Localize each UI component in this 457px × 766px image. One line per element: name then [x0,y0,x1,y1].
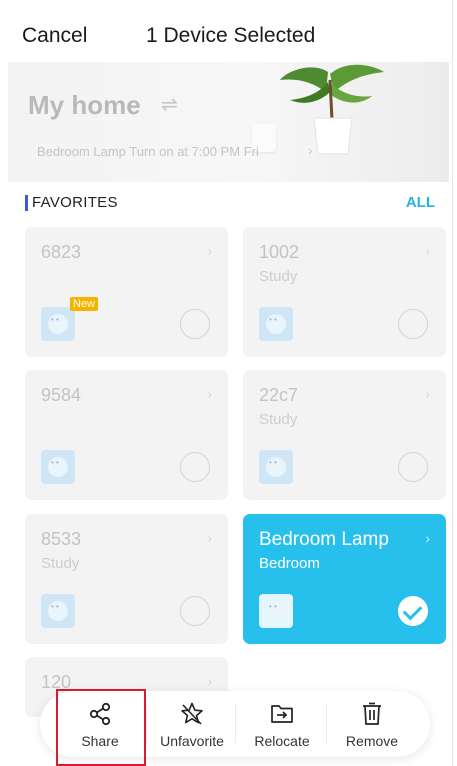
trash-icon [363,702,381,725]
chevron-right-icon: › [425,243,430,259]
select-circle[interactable] [398,309,428,339]
select-circle[interactable] [180,452,210,482]
select-circle[interactable] [180,596,210,626]
smart-plug-icon [259,450,293,484]
device-card[interactable]: 6823 › New [25,227,228,357]
device-name: 22c7 [259,385,299,405]
home-banner[interactable]: My home ⇌ Bedroom Lamp Turn on at 7:00 P… [8,62,449,182]
device-card[interactable]: 22c7 Study › [243,370,446,500]
chevron-right-icon: › [308,142,313,158]
device-name: 9584 [41,385,82,405]
device-name: 1002 [259,242,300,262]
star-slash-icon [181,702,203,725]
favorites-heading: FAVORITES [32,194,118,211]
screen-edge-divider [452,0,453,766]
chevron-right-icon: › [207,386,212,402]
swap-home-icon[interactable]: ⇌ [161,92,178,117]
schedule-text: Bedroom Lamp Turn on at 7:00 PM Fri [37,144,259,159]
cancel-button[interactable]: Cancel [22,24,87,48]
chevron-right-icon: › [207,243,212,259]
device-card[interactable]: 8533 Study › [25,514,228,644]
device-card[interactable]: 1002 Study › [243,227,446,357]
device-card[interactable]: 9584 › [25,370,228,500]
unfavorite-label: Unfavorite [160,733,224,749]
favorites-accent-bar [25,195,28,211]
select-circle[interactable] [180,309,210,339]
toolbar-divider [326,703,327,743]
relocate-label: Relocate [254,733,310,749]
share-label: Share [81,733,119,749]
selection-title: 1 Device Selected [146,24,316,47]
toolbar-divider [146,703,147,743]
share-icon [89,702,111,726]
device-room: Study [41,555,80,572]
device-room: Bedroom [259,555,320,572]
bulk-action-toolbar: Share Unfavorite Relocate Remove [40,691,430,757]
selected-check-icon[interactable] [398,596,428,626]
home-name: My home [28,90,141,120]
all-devices-link[interactable]: ALL [406,194,435,211]
smart-plug-icon [41,594,75,628]
top-bar: Cancel 1 Device Selected [0,0,457,62]
chevron-right-icon: › [425,530,430,546]
device-room: Study [259,411,298,428]
toolbar-divider [235,703,236,743]
device-name: 8533 [41,529,82,549]
device-name: Bedroom Lamp [259,529,389,550]
share-button[interactable]: Share [58,691,142,757]
chevron-right-icon: › [425,386,430,402]
relocate-button[interactable]: Relocate [240,691,324,757]
select-circle[interactable] [398,452,428,482]
unfavorite-button[interactable]: Unfavorite [148,691,236,757]
chevron-right-icon: › [207,673,212,689]
device-name: 6823 [41,242,82,262]
device-name: 120 [41,672,72,692]
plant-illustration [280,64,384,155]
smart-plug-icon [259,594,293,628]
chevron-right-icon: › [207,530,212,546]
device-room: Study [259,268,298,285]
remove-button[interactable]: Remove [330,691,414,757]
remove-label: Remove [345,733,399,749]
smart-plug-icon [259,307,293,341]
folder-move-icon [271,705,293,723]
smart-plug-icon [41,307,75,341]
new-badge: New [70,297,99,311]
device-card-selected[interactable]: Bedroom Lamp Bedroom › [243,514,446,644]
smart-plug-icon [41,450,75,484]
